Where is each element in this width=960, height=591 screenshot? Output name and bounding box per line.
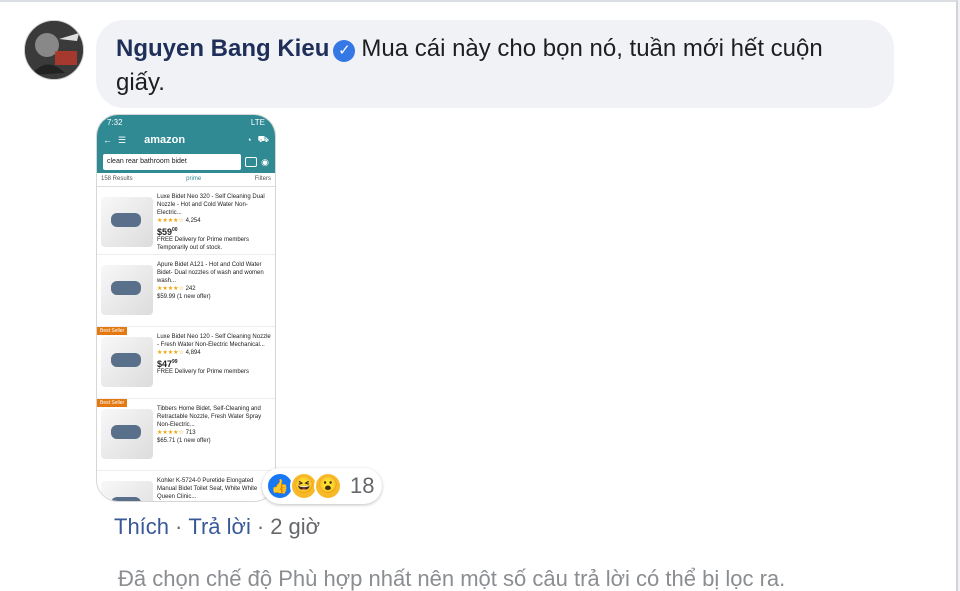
- product-image: [101, 337, 153, 387]
- product-reviews: 242: [185, 286, 196, 292]
- product-title: Kohler K-5724-0 Puretide Elongated Manua…: [157, 478, 258, 500]
- product-item: Best Seller Luxe Bidet Neo 120 - Self Cl…: [97, 327, 275, 399]
- separator: ·: [256, 514, 265, 539]
- best-seller-badge: Best Seller: [97, 399, 128, 407]
- product-reviews: 4,894: [185, 350, 201, 356]
- best-seller-badge: Best Seller: [97, 327, 128, 335]
- product-item: Apure Bidet A121 - Hot and Cold Water Bi…: [97, 255, 275, 327]
- cart-icon: ⛟: [257, 134, 269, 144]
- product-price: $65.71: [157, 438, 176, 444]
- mic-icon: ◉: [261, 156, 269, 167]
- product-item: Kohler K-5724-0 Puretide Elongated Manua…: [97, 471, 275, 501]
- reaction-count: 18: [350, 473, 375, 498]
- product-price-cents: 99: [172, 359, 178, 365]
- product-image: [101, 481, 153, 501]
- menu-icon: ☰: [118, 134, 127, 145]
- product-price: $59.99: [157, 294, 176, 300]
- comment-bubble: Nguyen Bang Kieu ✓ Mua cái này cho bọn nó,…: [96, 20, 894, 108]
- filters-label: Filters: [254, 176, 271, 182]
- results-bar: 158 Results prime Filters: [97, 173, 275, 187]
- separator: ·: [175, 514, 183, 539]
- camera-icon: [245, 157, 258, 167]
- status-network: LTE: [250, 118, 265, 127]
- product-price-cents: 00: [172, 227, 178, 233]
- back-icon: ←: [103, 135, 112, 145]
- bell-icon: ◔: [246, 135, 252, 145]
- phone-status-bar: 7:32 LTE: [97, 115, 275, 129]
- wow-icon: 😮: [314, 472, 342, 500]
- amazon-search-field: clean rear bathroom bidet: [103, 154, 242, 170]
- amazon-header: ← ☰ amazon ◔ ⛟: [97, 129, 275, 151]
- product-stars: ★★★★☆: [157, 218, 184, 224]
- product-image: [101, 409, 153, 459]
- reactions-summary[interactable]: 👍 😆 😮 18: [262, 468, 382, 504]
- product-stars: ★★★★☆: [157, 350, 184, 356]
- attached-screenshot[interactable]: 7:32 LTE ← ☰ amazon ◔ ⛟ clean rear bathr…: [96, 114, 276, 502]
- product-item: Luxe Bidet Neo 320 - Self Cleaning Dual …: [97, 187, 275, 255]
- product-stars: ★★★★☆: [157, 430, 184, 436]
- status-time: 7:32: [107, 118, 123, 127]
- product-note: (1 new offer): [177, 438, 211, 444]
- amazon-logo: amazon: [144, 134, 186, 146]
- product-item: Best Seller Tibbers Home Bidet, Self-Cle…: [97, 399, 275, 471]
- like-button[interactable]: Thích: [114, 514, 169, 540]
- results-count: 158 Results: [101, 176, 133, 182]
- prime-toggle: prime: [186, 176, 202, 182]
- product-note: (1 new offer): [177, 294, 211, 300]
- product-title: Tibbers Home Bidet, Self-Cleaning and Re…: [157, 406, 262, 428]
- product-note2: Temporarily out of stock.: [157, 245, 223, 251]
- avatar[interactable]: [24, 20, 84, 80]
- reply-button[interactable]: Trả lời: [188, 514, 251, 540]
- product-title: Luxe Bidet Neo 120 - Self Cleaning Nozzl…: [157, 334, 271, 348]
- comment-panel: Nguyen Bang Kieu ✓ Mua cái này cho bọn nó,…: [0, 0, 958, 591]
- product-image: [101, 197, 153, 247]
- product-image: [101, 265, 153, 315]
- filter-notice: Đã chọn chế độ Phù hợp nhất nên một số c…: [118, 566, 786, 591]
- product-reviews: 4,254: [185, 218, 201, 224]
- product-note: FREE Delivery for Prime members: [157, 237, 250, 243]
- verified-badge-icon: ✓: [333, 40, 356, 62]
- product-title: Luxe Bidet Neo 320 - Self Cleaning Dual …: [157, 194, 265, 216]
- author-name[interactable]: Nguyen Bang Kieu: [116, 35, 329, 62]
- amazon-search: clean rear bathroom bidet ◉: [97, 151, 275, 173]
- comment-actions: Thích · Trả lời · 2 giờ: [114, 514, 320, 540]
- comment-timestamp[interactable]: 2 giờ: [270, 514, 320, 540]
- comment-text-line2: giấy.: [116, 69, 165, 96]
- product-title: Apure Bidet A121 - Hot and Cold Water Bi…: [157, 262, 264, 284]
- product-stars: ★★★★☆: [157, 286, 184, 292]
- product-reviews: 713: [185, 430, 196, 436]
- comment-text-line1: Mua cái này cho bọn nó, tuần mới hết cuộ…: [361, 35, 823, 62]
- product-note: FREE Delivery for Prime members: [157, 369, 250, 375]
